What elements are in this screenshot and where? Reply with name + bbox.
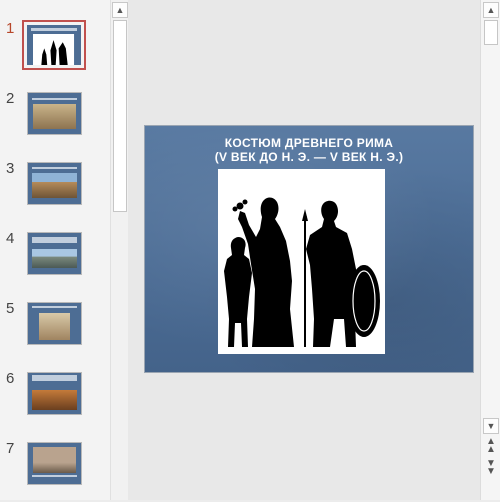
slide-number: 2 bbox=[6, 90, 15, 107]
slide-thumbnail-7[interactable]: 7 bbox=[0, 440, 110, 502]
slide-thumbnail-pane: 1 2 3 4 5 6 7 bbox=[0, 0, 110, 500]
roman-figures-silhouette bbox=[224, 197, 380, 347]
thumbnail-frame bbox=[27, 232, 82, 275]
slide-number: 7 bbox=[6, 440, 15, 457]
thumbnail-scrollbar[interactable]: ▲ bbox=[110, 0, 129, 500]
double-chevron-down-icon[interactable]: ▼ ▼ bbox=[483, 459, 499, 480]
slide-number: 4 bbox=[6, 230, 15, 247]
triangle-up-icon[interactable]: ▲ bbox=[112, 2, 128, 18]
slide-number: 3 bbox=[6, 160, 15, 177]
double-chevron-up-icon[interactable]: ▲ ▲ bbox=[483, 437, 499, 458]
slide-thumbnail-3[interactable]: 3 bbox=[0, 160, 110, 222]
slide-scrollbar[interactable]: ▲ ▼ ▲ ▲ ▼ ▼ bbox=[480, 0, 500, 500]
slide-title-line-1: КОСТЮМ ДРЕВНЕГО РИМА bbox=[224, 136, 394, 150]
thumbnail-frame bbox=[27, 162, 82, 205]
slide-title[interactable]: КОСТЮМ ДРЕВНЕГО РИМА (V ВЕК ДО Н. Э. — V… bbox=[145, 136, 473, 164]
scrollbar-thumb[interactable] bbox=[113, 20, 127, 212]
scrollbar-thumb[interactable] bbox=[484, 20, 498, 45]
slide-thumbnail-4[interactable]: 4 bbox=[0, 230, 110, 292]
slide-thumbnail-6[interactable]: 6 bbox=[0, 370, 110, 432]
slide-thumbnail-1[interactable]: 1 bbox=[0, 20, 110, 82]
slide-title-line-2: (V ВЕК ДО Н. Э. — V ВЕК Н. Э.) bbox=[214, 150, 404, 164]
triangle-up-icon[interactable]: ▲ bbox=[483, 2, 499, 18]
thumbnail-frame bbox=[27, 92, 82, 135]
thumbnail-frame bbox=[22, 20, 86, 70]
figures-silhouette-thumb bbox=[33, 33, 75, 65]
thumbnail-frame bbox=[27, 302, 82, 345]
slide-thumbnail-5[interactable]: 5 bbox=[0, 300, 110, 362]
slide-number: 6 bbox=[6, 370, 15, 387]
thumbnail-frame bbox=[27, 372, 82, 415]
roman-figures-image[interactable] bbox=[218, 169, 385, 354]
slide-number: 5 bbox=[6, 300, 15, 317]
current-slide[interactable]: КОСТЮМ ДРЕВНЕГО РИМА (V ВЕК ДО Н. Э. — V… bbox=[144, 125, 474, 373]
slide-thumbnail-2[interactable]: 2 bbox=[0, 90, 110, 152]
slide-number: 1 bbox=[6, 20, 15, 37]
triangle-down-icon[interactable]: ▼ bbox=[483, 418, 499, 434]
thumbnail-frame bbox=[27, 442, 82, 485]
